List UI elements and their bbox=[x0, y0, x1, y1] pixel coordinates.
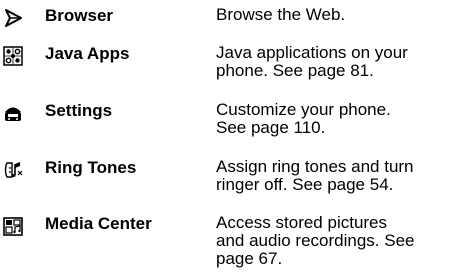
menu-description-java-apps: Java applications on your phone. See pag… bbox=[216, 44, 474, 80]
description-line: page 67. bbox=[216, 249, 283, 268]
description-line: See page 110. bbox=[216, 118, 326, 137]
description-line: Access stored pictures bbox=[216, 213, 388, 232]
menu-label-media-center: Media Center bbox=[45, 214, 152, 233]
description-line: Browse the Web. bbox=[216, 5, 346, 24]
menu-description-ring-tones: Assign ring tones and turn ringer off. S… bbox=[216, 158, 474, 194]
description-line: ringer off. See page 54. bbox=[216, 175, 394, 194]
settings-icon bbox=[2, 102, 24, 124]
browser-icon bbox=[2, 7, 24, 29]
menu-description-settings: Customize your phone. See page 110. bbox=[216, 101, 474, 137]
java-apps-icon bbox=[2, 45, 24, 67]
description-line: Java applications on your bbox=[216, 43, 408, 62]
description-line: and audio recordings. See bbox=[216, 231, 415, 250]
menu-label-browser: Browser bbox=[45, 6, 114, 25]
ring-tones-icon bbox=[2, 159, 24, 181]
menu-description-browser: Browse the Web. bbox=[216, 6, 474, 24]
menu-label-ring-tones: Ring Tones bbox=[45, 158, 137, 177]
description-line: Customize your phone. bbox=[216, 100, 391, 119]
description-line: phone. See page 81. bbox=[216, 61, 374, 80]
menu-label-settings: Settings bbox=[45, 101, 113, 120]
description-line: Assign ring tones and turn bbox=[216, 157, 414, 176]
media-center-icon bbox=[2, 215, 24, 237]
menu-label-java-apps: Java Apps bbox=[45, 44, 130, 63]
menu-description-media-center: Access stored pictures and audio recordi… bbox=[216, 214, 474, 268]
